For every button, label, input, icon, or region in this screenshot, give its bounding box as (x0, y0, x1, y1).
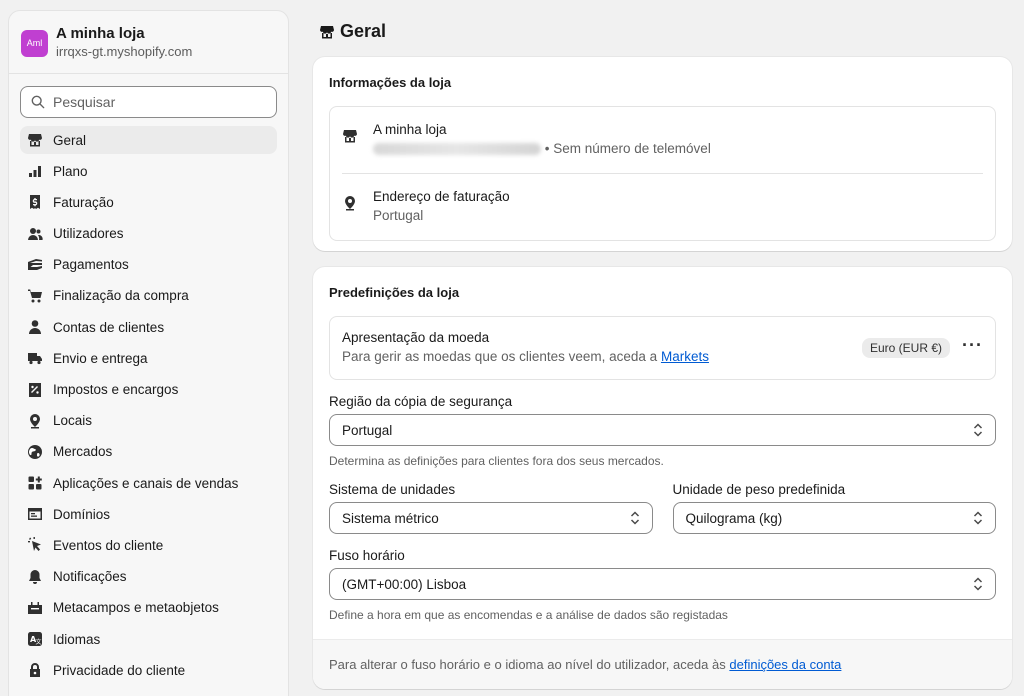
payments-icon (26, 256, 44, 274)
currency-title: Apresentação da moeda (342, 330, 490, 345)
nav-item-geral[interactable]: Geral (20, 126, 277, 154)
select-chevron-icon (973, 511, 983, 525)
select-chevron-icon (630, 511, 639, 525)
search-placeholder: Pesquisar (53, 94, 116, 110)
location-icon (342, 195, 360, 214)
billing-value: Portugal (373, 208, 424, 223)
main-content: Geral Informações da loja A minha loja •… (313, 0, 1012, 689)
users-icon (26, 225, 44, 243)
metafield-icon (26, 599, 44, 617)
nav-item-notificacoes[interactable]: Notificações (20, 563, 277, 591)
store-url: irrqxs-gt.myshopify.com (56, 44, 193, 59)
store-icon (26, 131, 44, 149)
page-title: Geral (313, 0, 1012, 63)
store-info-card: Informações da loja A minha loja • Sem n… (313, 57, 1012, 251)
lock-icon (26, 661, 44, 679)
search-icon (31, 95, 45, 109)
nav-item-dominios[interactable]: Domínios (20, 500, 277, 528)
account-settings-link[interactable]: definições da conta (729, 657, 841, 672)
nav-item-contas-clientes[interactable]: Contas de clientes (20, 313, 277, 341)
store-info-name: A minha loja (373, 122, 447, 137)
nav-item-envio[interactable]: Envio e entrega (20, 344, 277, 372)
weight-select[interactable]: Quilograma (kg) (672, 502, 996, 534)
more-actions-icon[interactable]: ··· (962, 336, 983, 356)
markets-link[interactable]: Markets (661, 349, 709, 364)
store-header[interactable]: Aml A minha loja irrqxs-gt.myshopify.com (9, 11, 288, 74)
billing-address-row[interactable]: Endereço de faturação Portugal (342, 173, 983, 240)
store-info-box: A minha loja • Sem número de telemóvel E… (329, 106, 996, 241)
cursor-icon (26, 536, 44, 554)
bell-icon (26, 568, 44, 586)
timezone-help: Define a hora em que as encomendas e a a… (329, 608, 728, 622)
store-defaults-card: Predefinições da loja Apresentação da mo… (313, 267, 1012, 689)
redacted-email (373, 143, 541, 156)
store-details-row[interactable]: A minha loja • Sem número de telemóvel (330, 107, 995, 173)
svg-text:文: 文 (36, 638, 42, 646)
billing-title: Endereço de faturação (373, 189, 510, 204)
backup-region-label: Região da cópia de segurança (329, 394, 513, 409)
store-name: A minha loja (56, 25, 145, 42)
nav-item-eventos[interactable]: Eventos do cliente (20, 531, 277, 559)
nav-item-idiomas[interactable]: A 文 Idiomas (20, 625, 277, 653)
store-avatar: Aml (21, 29, 48, 57)
globe-icon (26, 443, 44, 461)
backup-region-select[interactable]: Portugal (329, 414, 996, 446)
nav-item-aplicacoes[interactable]: Aplicações e canais de vendas (20, 469, 277, 497)
nav-item-utilizadores[interactable]: Utilizadores (20, 220, 277, 248)
account-settings-note: Para alterar o fuso horário e o idioma a… (313, 639, 1012, 689)
cart-icon (26, 287, 44, 305)
search-input[interactable]: Pesquisar (20, 86, 277, 118)
units-label: Sistema de unidades (329, 482, 456, 497)
tax-icon (26, 381, 44, 399)
nav-item-mercados[interactable]: Mercados (20, 438, 277, 466)
store-phone: • Sem número de telemóvel (544, 141, 711, 156)
weight-label: Unidade de peso predefinida (672, 482, 846, 497)
store-info-title: Informações da loja (329, 75, 452, 90)
apps-icon (26, 474, 44, 492)
settings-nav: Geral Plano Faturação Utilizadores Pagam… (9, 126, 288, 684)
nav-item-impostos[interactable]: Impostos e encargos (20, 376, 277, 404)
nav-item-metacampos[interactable]: Metacampos e metaobjetos (20, 594, 277, 622)
nav-item-locais[interactable]: Locais (20, 407, 277, 435)
chart-icon (26, 162, 44, 180)
backup-region-help: Determina as definições para clientes fo… (329, 454, 664, 468)
truck-icon (26, 349, 44, 367)
timezone-select[interactable]: (GMT+00:00) Lisboa (329, 568, 996, 600)
nav-item-pagamentos[interactable]: Pagamentos (20, 251, 277, 279)
units-select[interactable]: Sistema métrico (329, 502, 653, 534)
domain-icon (26, 505, 44, 523)
select-chevron-icon (973, 577, 983, 591)
nav-item-privacidade[interactable]: Privacidade do cliente (20, 656, 277, 684)
receipt-icon (26, 193, 44, 211)
store-icon (320, 25, 334, 38)
language-icon: A文 (26, 630, 44, 648)
select-chevron-icon (973, 423, 983, 437)
nav-item-finalizacao[interactable]: Finalização da compra (20, 282, 277, 310)
nav-item-faturacao[interactable]: Faturação (20, 188, 277, 216)
currency-sub: Para gerir as moedas que os clientes vee… (342, 349, 658, 364)
store-defaults-title: Predefinições da loja (329, 285, 460, 300)
person-icon (26, 318, 44, 336)
timezone-label: Fuso horário (329, 548, 405, 563)
settings-sidebar: Aml A minha loja irrqxs-gt.myshopify.com… (8, 10, 289, 696)
store-icon (342, 128, 360, 147)
currency-badge: Euro (EUR €) (861, 338, 951, 358)
nav-item-plano[interactable]: Plano (20, 157, 277, 185)
currency-display-box: Apresentação da moeda Para gerir as moed… (329, 316, 996, 380)
location-icon (26, 412, 44, 430)
